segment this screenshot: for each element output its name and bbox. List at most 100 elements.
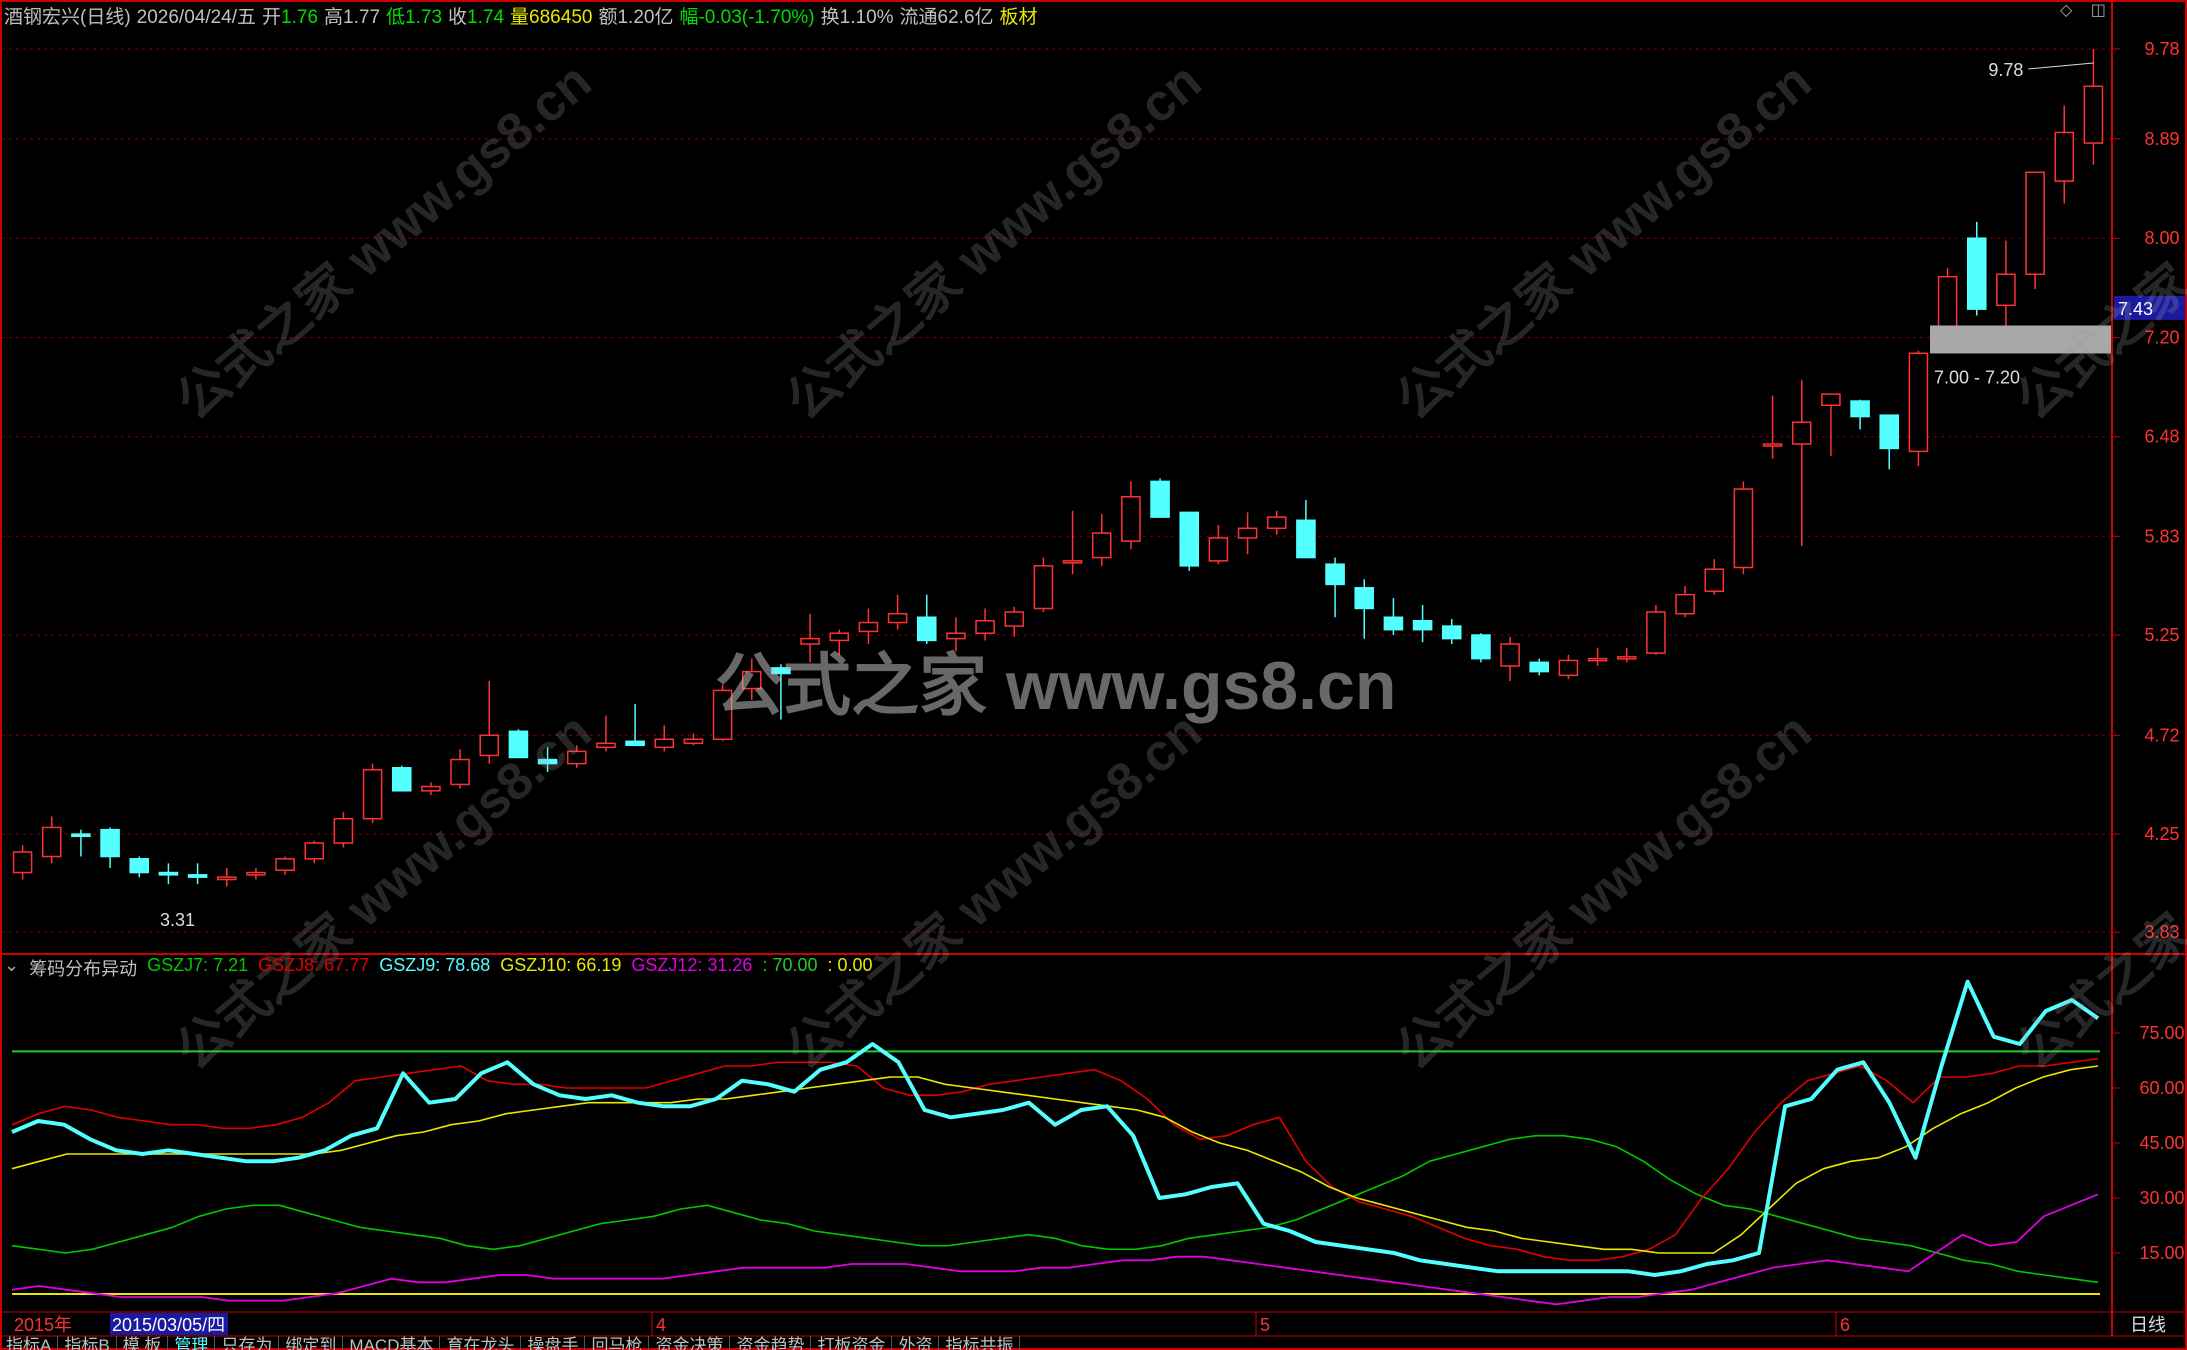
tab-4[interactable]: 只存为 — [215, 1336, 280, 1350]
chevron-down-icon[interactable]: ⌄ — [4, 955, 19, 981]
candle-down — [1354, 587, 1375, 610]
date-year-label: 2015年 — [14, 1315, 72, 1335]
candle-up — [1266, 516, 1287, 530]
candle-up — [858, 621, 879, 633]
stock-title[interactable]: 酒钢宏兴(日线) — [4, 2, 131, 28]
candle-down — [1441, 625, 1462, 640]
close-num: 1.74 — [467, 7, 505, 28]
tab-3[interactable]: 管理 — [168, 1336, 216, 1350]
tab-9[interactable]: 回马枪 — [585, 1336, 650, 1350]
low-annotation: 3.31 — [160, 910, 195, 930]
window-restore-icon[interactable]: ◫ — [2091, 2, 2106, 19]
tab-0[interactable]: 指标A — [0, 1336, 59, 1350]
price-zone-box — [1930, 325, 2112, 354]
candle-down — [391, 767, 412, 792]
price-zone-label: 7.00 - 7.20 — [1934, 367, 2020, 387]
ind-label-line0: : 0.00 — [827, 955, 873, 975]
candle-down — [1966, 237, 1987, 310]
tab-8[interactable]: 操盘手 — [521, 1336, 586, 1350]
candle-down — [1879, 414, 1900, 450]
price-tick-label: 6.48 — [2144, 427, 2179, 447]
candle-up — [1616, 656, 1637, 660]
price-tick-label: 8.00 — [2144, 228, 2179, 248]
candle-up — [1033, 565, 1054, 610]
candle-up — [566, 750, 587, 765]
ind-label-gszj12: GSZJ12: 31.26 — [631, 955, 753, 975]
ind-label-gszj9: GSZJ9: 78.68 — [379, 955, 491, 975]
tab-5[interactable]: 绑定到 — [279, 1336, 344, 1350]
month-label: 4 — [656, 1315, 666, 1335]
candle-up — [1937, 275, 1958, 328]
candle-up — [741, 670, 762, 690]
ind-tick-label: 30.00 — [2139, 1188, 2184, 1208]
candle-up — [1675, 593, 1695, 615]
close-value: 收1.74 — [448, 2, 505, 28]
quote-header: 酒钢宏兴(日线) 2026/04/24/五 开1.76 高1.77 低1.73 … — [4, 2, 1044, 28]
float-label: 流通 — [899, 7, 938, 28]
tab-2[interactable]: 模 板 — [117, 1336, 169, 1350]
high-annotation-arrow — [2028, 62, 2094, 70]
stock-chart[interactable]: 7.00 - 7.20 9.78 3.31 3.83 4.25 4.72 5.25 5.83… — [0, 0, 2187, 1350]
candle-up — [1091, 532, 1112, 559]
series-line-gszj12 — [11, 1193, 2099, 1306]
sector-label[interactable]: 板材 — [1000, 2, 1038, 28]
tab-11[interactable]: 资金趋势 — [730, 1336, 812, 1350]
month-label: 6 — [1840, 1315, 1850, 1335]
chg-label: 幅 — [679, 7, 699, 28]
candle-up — [479, 734, 500, 757]
candle-down — [1296, 519, 1316, 559]
tab-14[interactable]: 指标共振 — [939, 1336, 1021, 1350]
series-line-gszj10 — [11, 1065, 2099, 1254]
indicator-name[interactable]: 筹码分布异动 — [29, 955, 137, 981]
high-annotation: 9.78 — [1988, 60, 2023, 80]
close-label: 收 — [448, 7, 468, 28]
ind-label-gszj10: GSZJ10: 66.19 — [500, 955, 622, 975]
candle-up — [829, 632, 850, 642]
ind-label-gszj8: GSZJ8: 67.77 — [258, 955, 370, 975]
candle-up — [596, 742, 616, 749]
candle-down — [100, 828, 120, 858]
open-label: 开 — [262, 7, 282, 28]
candle-down — [771, 667, 791, 675]
candle-up — [946, 632, 966, 640]
candle-up — [1500, 643, 1520, 667]
ind-tick-label: 15.00 — [2139, 1243, 2184, 1263]
diamond-icon[interactable]: ◇ — [2060, 2, 2072, 19]
candle-up — [975, 620, 995, 634]
candle-up — [362, 769, 383, 820]
candle-up — [12, 851, 33, 874]
turn-num: 1.10% — [839, 7, 894, 28]
candle-up — [275, 858, 295, 871]
amt-value: 额1.20亿 — [598, 2, 674, 28]
amt-num: 1.20亿 — [617, 7, 674, 28]
tab-6[interactable]: MACD基本 — [343, 1336, 441, 1350]
tab-1[interactable]: 指标B — [58, 1336, 117, 1350]
tab-13[interactable]: 外资 — [892, 1336, 940, 1350]
price-tick-label: 4.72 — [2144, 725, 2179, 745]
date-cursor-label: 2015/03/05/四 — [112, 1315, 225, 1335]
candle-up — [1558, 659, 1579, 677]
series-line-gszj7 — [11, 1134, 2099, 1284]
tab-7[interactable]: 育在龙头 — [440, 1336, 522, 1350]
candle-up — [246, 871, 266, 876]
tab-10[interactable]: 资金决策 — [649, 1336, 731, 1350]
candle-up — [304, 842, 325, 860]
candle-up — [683, 738, 704, 745]
price-grid — [2, 48, 2112, 933]
candle-up — [2025, 171, 2045, 275]
turn-value: 换1.10% — [821, 2, 894, 28]
candle-up — [1821, 393, 1841, 407]
candle-down — [1150, 480, 1170, 518]
candle-down — [916, 616, 937, 642]
price-tick-label: 5.83 — [2144, 526, 2179, 546]
candle-down — [71, 833, 91, 838]
candle-down — [187, 874, 208, 878]
price-tick-label: 3.83 — [2144, 922, 2179, 942]
candle-down — [1850, 400, 1870, 418]
period-label: 日线 — [2130, 1315, 2166, 1335]
candle-up — [1004, 611, 1025, 627]
candle-up — [1587, 657, 1608, 662]
candle-up — [1704, 568, 1725, 592]
tab-12[interactable]: 打板资金 — [811, 1336, 893, 1350]
candle-up — [1121, 496, 1141, 542]
